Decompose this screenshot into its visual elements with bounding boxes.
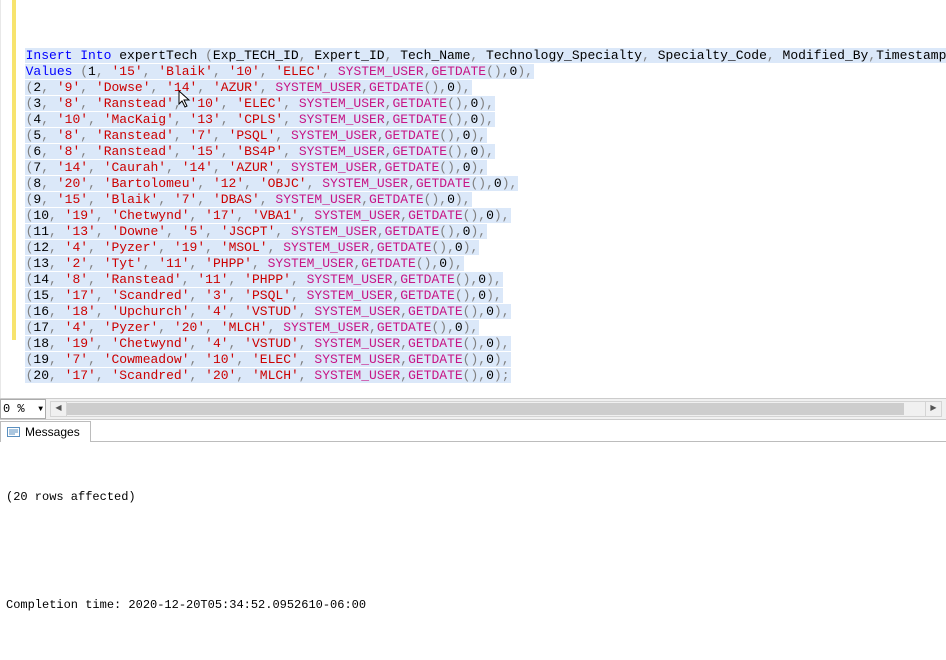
tab-label: Messages [25,425,80,439]
code-line[interactable]: (7, '14', 'Caurah', '14', 'AZUR', SYSTEM… [9,160,946,176]
code-line[interactable]: (5, '8', 'Ranstead', '7', 'PSQL', SYSTEM… [9,128,946,144]
code-line[interactable]: (18, '19', 'Chetwynd', '4', 'VSTUD', SYS… [9,336,946,352]
code-line[interactable]: (15, '17', 'Scandred', '3', 'PSQL', SYST… [9,288,946,304]
code-line[interactable]: (2, '9', 'Dowse', '14', 'AZUR', SYSTEM_U… [9,80,946,96]
code-line[interactable]: (16, '18', 'Upchurch', '4', 'VSTUD', SYS… [9,304,946,320]
code-line[interactable]: (3, '8', 'Ranstead', '10', 'ELEC', SYSTE… [9,96,946,112]
scroll-left-icon[interactable]: ◀ [51,402,67,416]
scroll-thumb[interactable] [67,403,904,415]
zoom-dropdown[interactable]: 0 % ▼ [0,399,46,419]
messages-icon [7,426,20,439]
code-line[interactable]: (13, '2', 'Tyt', '11', 'PHPP', SYSTEM_US… [9,256,946,272]
code-line[interactable]: (10, '19', 'Chetwynd', '17', 'VBA1', SYS… [9,208,946,224]
code-line[interactable]: Values (1, '15', 'Blaik', '10', 'ELEC', … [9,64,946,80]
code-line[interactable]: (12, '4', 'Pyzer', '19', 'MSOL', SYSTEM_… [9,240,946,256]
code-line[interactable]: (11, '13', 'Downe', '5', 'JSCPT', SYSTEM… [9,224,946,240]
editor-footer-bar: 0 % ▼ ◀ ▶ [0,398,946,420]
results-tab-bar: Messages [0,420,946,442]
zoom-value: 0 % [3,402,25,416]
tab-messages[interactable]: Messages [0,421,91,442]
code-line[interactable]: (4, '10', 'MacKaig', '13', 'CPLS', SYSTE… [9,112,946,128]
code-line[interactable]: Insert Into expertTech (Exp_TECH_ID, Exp… [9,48,946,64]
messages-output[interactable]: (20 rows affected) Completion time: 2020… [0,442,946,660]
completion-time-text: Completion time: 2020-12-20T05:34:52.095… [6,596,940,614]
code-line[interactable]: (14, '8', 'Ranstead', '11', 'PHPP', SYST… [9,272,946,288]
mouse-cursor-icon [178,90,192,110]
code-line[interactable]: (8, '20', 'Bartolomeu', '12', 'OBJC', SY… [9,176,946,192]
scroll-right-icon[interactable]: ▶ [925,402,941,416]
code-line[interactable]: (20, '17', 'Scandred', '20', 'MLCH', SYS… [9,368,946,384]
chevron-down-icon: ▼ [38,405,45,414]
code-line[interactable]: (6, '8', 'Ranstead', '15', 'BS4P', SYSTE… [9,144,946,160]
sql-editor[interactable]: Insert Into expertTech (Exp_TECH_ID, Exp… [0,0,946,398]
horizontal-scrollbar[interactable]: ◀ ▶ [50,401,942,417]
code-line[interactable]: (19, '7', 'Cowmeadow', '10', 'ELEC', SYS… [9,352,946,368]
code-line[interactable]: (9, '15', 'Blaik', '7', 'DBAS', SYSTEM_U… [9,192,946,208]
blank-line [6,542,940,560]
rows-affected-text: (20 rows affected) [6,488,940,506]
code-content[interactable]: Insert Into expertTech (Exp_TECH_ID, Exp… [1,0,946,398]
code-line[interactable]: (17, '4', 'Pyzer', '20', 'MLCH', SYSTEM_… [9,320,946,336]
